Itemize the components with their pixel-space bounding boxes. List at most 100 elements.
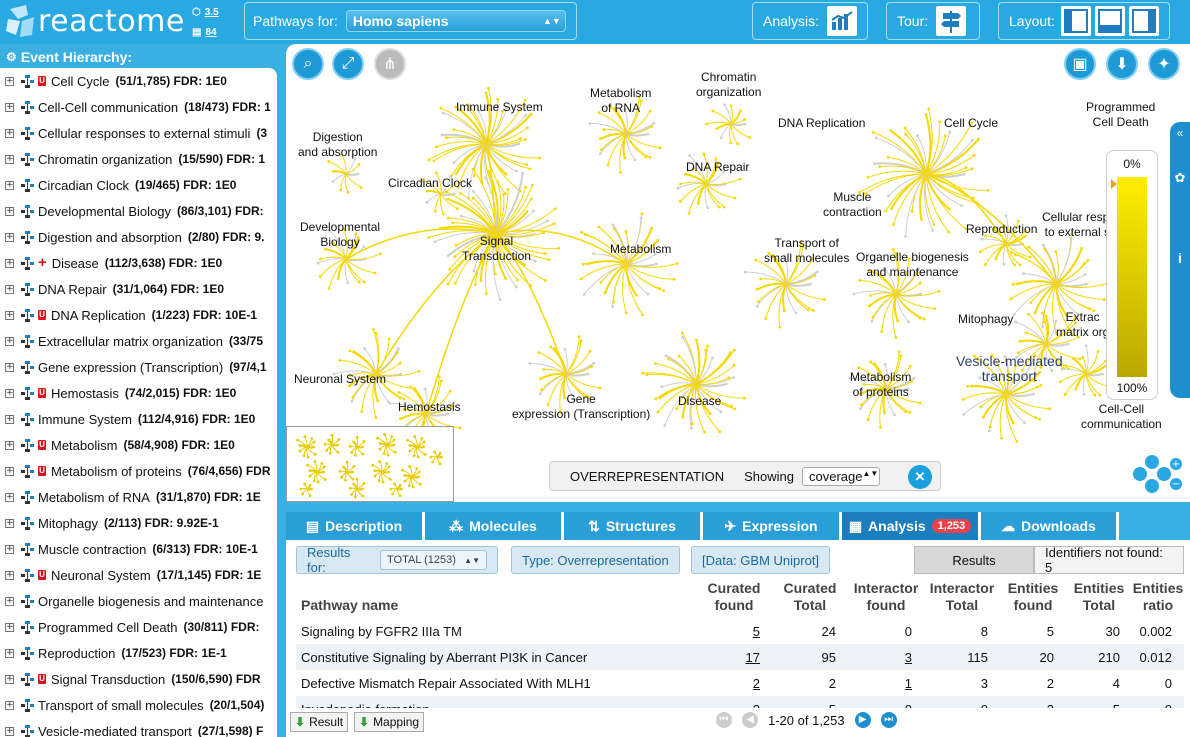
results-toggle[interactable]: Results <box>914 546 1034 574</box>
pathway-node-label[interactable]: Digestion and absorption <box>298 130 377 160</box>
search-button[interactable]: ⌕ <box>292 48 324 80</box>
expand-icon[interactable]: + <box>5 284 14 294</box>
expand-icon[interactable]: + <box>5 674 14 684</box>
thumbnail-burst[interactable] <box>299 482 313 498</box>
column-header[interactable]: Entities ratio <box>1132 580 1184 618</box>
thumbnail-burst[interactable] <box>338 460 356 482</box>
pathway-node-label[interactable]: DNA Replication <box>778 116 865 131</box>
next-page-icon[interactable]: ▶ <box>854 712 871 728</box>
last-page-icon[interactable]: ⏭ <box>880 712 897 728</box>
expand-icon[interactable]: + <box>5 726 14 736</box>
tree-item[interactable]: + Mitophagy (2/113) FDR: 9.92E-1 <box>0 510 277 536</box>
expand-icon[interactable]: + <box>5 440 14 450</box>
signpost-icon[interactable] <box>936 6 967 36</box>
column-header[interactable]: Interactor found <box>848 580 924 618</box>
pathway-node-label[interactable]: Extrac matrix org <box>1056 310 1109 340</box>
download-button[interactable]: ⬇ <box>1106 48 1138 80</box>
tab-structures[interactable]: ⇅ Structures <box>564 512 703 540</box>
image-export-button[interactable]: ▣ <box>1064 48 1096 80</box>
expand-icon[interactable]: + <box>5 648 14 658</box>
tree-item[interactable]: + Digestion and absorption (2/80) FDR: 9. <box>0 224 277 250</box>
tour-box[interactable]: Tour: <box>886 2 980 40</box>
tree-item[interactable]: + Cellular responses to external stimuli (… <box>0 120 277 146</box>
pathway-node-label[interactable]: Metabolism <box>610 242 671 257</box>
tree-item[interactable]: + U Metabolism (58/4,908) FDR: 1E0 <box>0 432 277 458</box>
tree-item[interactable]: + Programmed Cell Death (30/811) FDR: <box>0 614 277 640</box>
column-header[interactable]: Entities Total <box>1066 580 1132 618</box>
info-icon[interactable]: i <box>1170 250 1190 266</box>
expand-icon[interactable]: + <box>5 596 14 606</box>
thumbnail-burst[interactable] <box>401 465 422 489</box>
expand-icon[interactable]: + <box>5 622 14 632</box>
results-for-dropdown[interactable]: TOTAL (1253) ▲▼ <box>380 550 487 570</box>
pathway-node-label[interactable]: Hemostasis <box>398 400 461 415</box>
expand-icon[interactable]: + <box>5 206 14 216</box>
expand-icon[interactable]: + <box>5 180 14 190</box>
table-cell[interactable]: 1 <box>848 670 924 696</box>
thumbnail-burst[interactable] <box>371 460 392 484</box>
table-cell[interactable]: 3 <box>848 644 924 670</box>
navigation-pad[interactable]: + − <box>1122 452 1182 496</box>
tree-item[interactable]: + Cell-Cell communication (18/473) FDR: 1 <box>0 94 277 120</box>
column-header[interactable]: Pathway name <box>296 580 696 618</box>
pathway-burst[interactable] <box>641 331 746 434</box>
pathway-node-label[interactable]: DNA Repair <box>686 160 749 175</box>
pathway-node-label[interactable]: Transport of small molecules <box>764 236 849 266</box>
expand-icon[interactable]: + <box>5 362 14 372</box>
layout-split-icon[interactable] <box>1094 6 1125 36</box>
prev-page-icon[interactable]: ◀ <box>742 712 758 728</box>
pathway-node-label[interactable]: Metabolism of proteins <box>850 370 911 400</box>
expand-icon[interactable]: + <box>5 492 14 502</box>
pathway-node-label[interactable]: Vesicle-mediated transport <box>956 354 1063 384</box>
tree-item[interactable]: + Gene expression (Transcription) (97/4,1 <box>0 354 277 380</box>
table-row[interactable]: Constitutive Signaling by Aberrant PI3K … <box>296 644 1184 670</box>
pathway-node-label[interactable]: Metabolism of RNA <box>590 86 651 116</box>
expand-icon[interactable]: + <box>5 102 14 112</box>
thumbnail-burst[interactable] <box>406 435 427 459</box>
pathway-node-label[interactable]: Reproduction <box>966 222 1037 237</box>
tree-item[interactable]: + Muscle contraction (6/313) FDR: 10E-1 <box>0 536 277 562</box>
thumbnail-burst[interactable] <box>323 433 341 455</box>
pathway-node-label[interactable]: Neuronal System <box>294 372 386 387</box>
tree-item[interactable]: + U Neuronal System (17/1,145) FDR: 1E <box>0 562 277 588</box>
table-row[interactable]: Signaling by FGFR2 IIIa TM 5 24 0 8 5 30 0.002 <box>296 618 1184 644</box>
pathway-node-label[interactable]: Circadian Clock <box>388 176 472 191</box>
tree-item[interactable]: + DNA Repair (31/1,064) FDR: 1E0 <box>0 276 277 302</box>
expand-icon[interactable]: + <box>5 258 14 268</box>
expand-icon[interactable]: + <box>5 232 14 242</box>
thumbnail-burst[interactable] <box>429 450 443 466</box>
pathway-burst[interactable] <box>705 103 752 146</box>
column-header[interactable]: Entities found <box>1000 580 1066 618</box>
count-link[interactable]: 5 <box>753 624 760 639</box>
expand-icon[interactable]: + <box>5 154 14 164</box>
pathway-node-label[interactable]: Muscle contraction <box>823 190 882 220</box>
tree-item[interactable]: + Chromatin organization (15/590) FDR: 1 <box>0 146 277 172</box>
thumbnail-burst[interactable] <box>296 435 317 459</box>
tree-item[interactable]: + Transport of small molecules (20/1,504) <box>0 692 277 718</box>
first-page-icon[interactable]: ⏮ <box>716 712 732 728</box>
tree-item[interactable]: + Metabolism of RNA (31/1,870) FDR: 1E <box>0 484 277 510</box>
expand-icon[interactable]: + <box>5 466 14 476</box>
tab-expression[interactable]: ✈ Expression <box>703 512 842 540</box>
analysis-box[interactable]: Analysis: <box>752 2 868 40</box>
fit-button[interactable]: ⤢ <box>332 48 364 80</box>
tab-description[interactable]: ▤ Description <box>286 512 425 540</box>
tree-item[interactable]: + U Hemostasis (74/2,015) FDR: 1E0 <box>0 380 277 406</box>
expand-icon[interactable]: + <box>5 310 14 320</box>
collapse-icon[interactable]: « <box>1170 126 1190 140</box>
table-row[interactable]: Defective Mismatch Repair Associated Wit… <box>296 670 1184 696</box>
identifiers-not-found-toggle[interactable]: Identifiers not found: 5 <box>1034 545 1184 575</box>
pathway-node-label[interactable]: Cell Cycle <box>944 116 998 131</box>
result-download-button[interactable]: ⬇ Result <box>290 712 349 732</box>
close-analysis-button[interactable]: ✕ <box>908 465 932 489</box>
layout-right-icon[interactable] <box>1128 6 1159 36</box>
mapping-download-button[interactable]: ⬇ Mapping <box>354 712 425 732</box>
pathway-node-label[interactable]: Signal Transduction <box>462 234 531 264</box>
tree-item[interactable]: + U DNA Replication (1/223) FDR: 10E-1 <box>0 302 277 328</box>
expand-icon[interactable]: + <box>5 544 14 554</box>
table-cell[interactable]: 2 <box>696 670 772 696</box>
layout-left-icon[interactable] <box>1060 6 1091 36</box>
version-link-1[interactable]: 3.5 <box>205 3 219 23</box>
count-link[interactable]: 17 <box>746 650 760 665</box>
column-header[interactable]: Interactor Total <box>924 580 1000 618</box>
